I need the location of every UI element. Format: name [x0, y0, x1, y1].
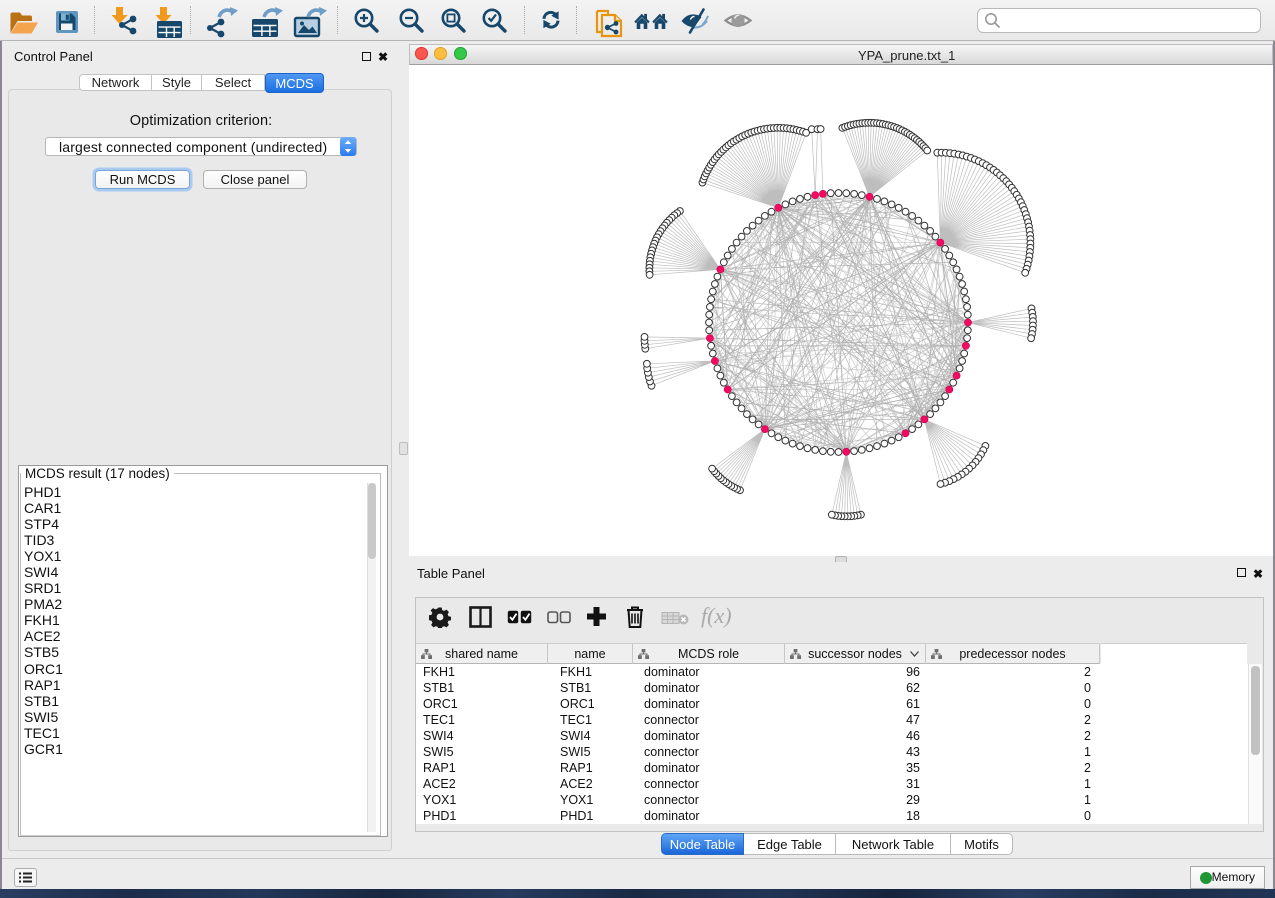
svg-text:f(x): f(x): [701, 603, 732, 628]
